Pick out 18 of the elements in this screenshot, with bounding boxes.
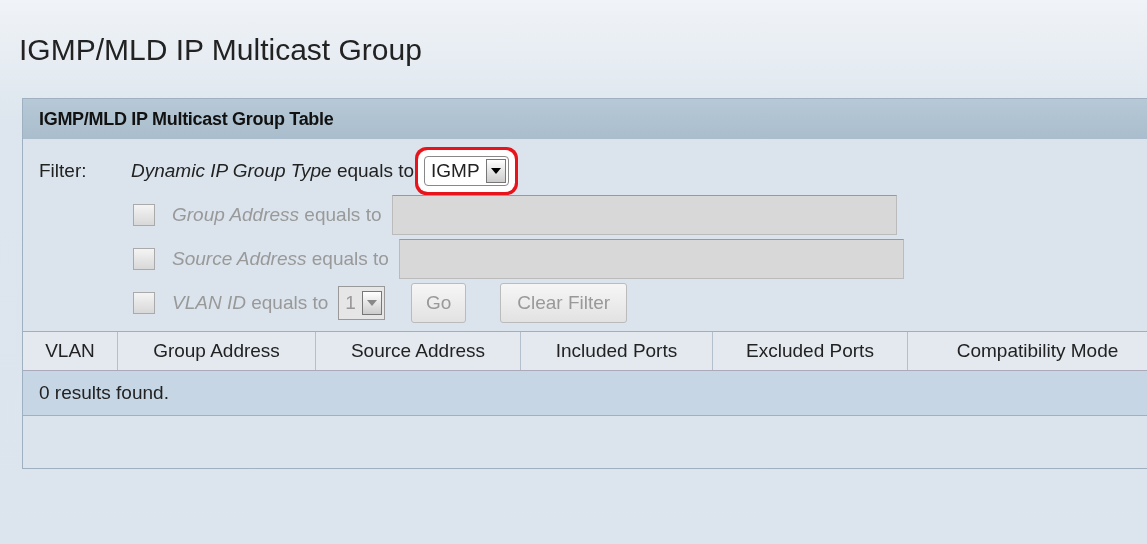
caret-icon <box>485 159 506 183</box>
panel-title: IGMP/MLD IP Multicast Group Table <box>39 108 334 130</box>
input-field[interactable] <box>391 195 897 235</box>
column-header: Compatibility Mode <box>908 332 1147 370</box>
column-header: Source Address <box>316 332 521 370</box>
results-message: 0 results found. <box>23 371 1147 416</box>
filter-condition-label: VLAN ID equals to <box>172 292 329 314</box>
filter-condition-label: Source Address equals to <box>172 248 389 270</box>
page-title: IGMP/MLD IP Multicast Group <box>19 32 422 68</box>
filter-label: Filter: <box>39 160 88 182</box>
column-header: Included Ports <box>521 332 713 370</box>
caret-icon <box>361 291 382 315</box>
column-header: VLAN <box>23 332 118 370</box>
column-header: Excluded Ports <box>713 332 908 370</box>
filter-condition-label: Dynamic IP Group Type equals to <box>131 160 415 182</box>
input-field[interactable] <box>398 239 904 279</box>
filter-condition-label: Group Address equals to <box>172 204 382 226</box>
column-header: Group Address <box>118 332 316 370</box>
